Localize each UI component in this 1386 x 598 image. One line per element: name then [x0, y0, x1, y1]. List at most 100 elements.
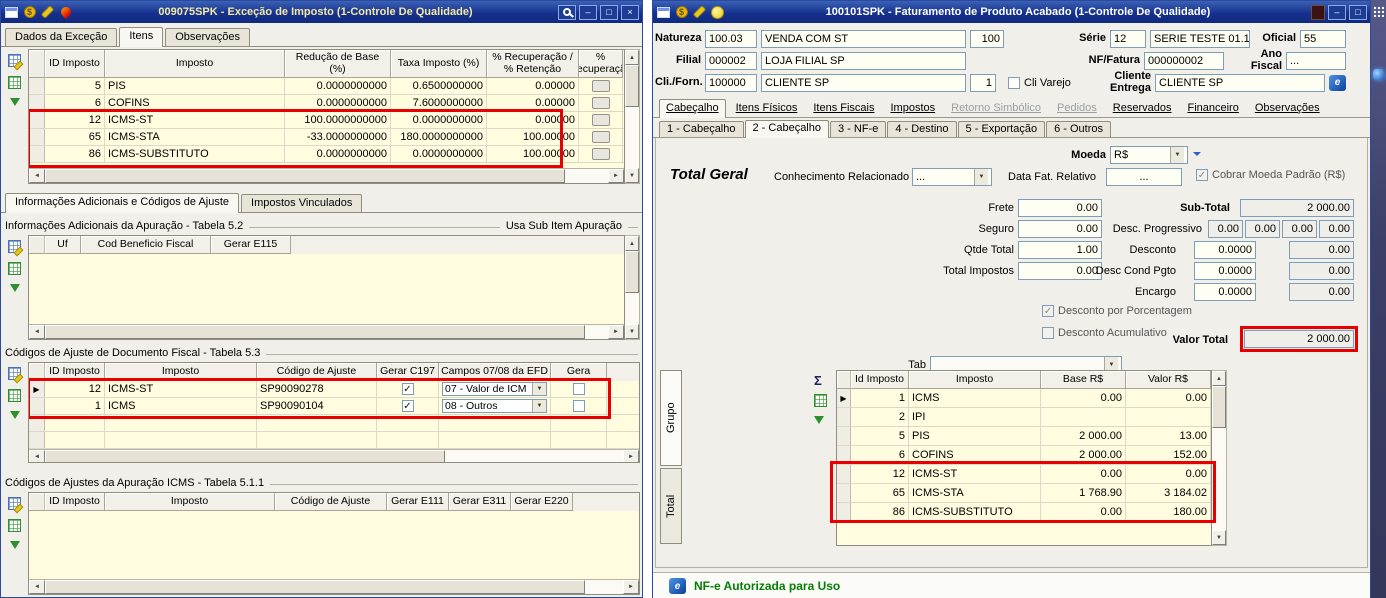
scroll-left-icon[interactable]: [29, 450, 45, 462]
horizontal-scrollbar[interactable]: [29, 449, 639, 462]
col-imposto[interactable]: Imposto: [909, 371, 1041, 389]
ellipsis-button[interactable]: [591, 80, 610, 92]
grid-edit-icon[interactable]: [8, 54, 21, 67]
col-gerar-e311[interactable]: Gerar E311: [449, 493, 511, 511]
tab-observacoes[interactable]: Observações: [165, 28, 251, 46]
col-imposto[interactable]: Imposto: [105, 493, 275, 511]
tab-cabecalho[interactable]: Cabeçalho: [659, 99, 726, 118]
cobrar-moeda-checkbox[interactable]: [1196, 169, 1208, 181]
tab-itens-fisicos[interactable]: Itens Físicos: [730, 100, 804, 117]
grid-edit-icon[interactable]: [8, 367, 21, 380]
chevron-down-icon[interactable]: [1170, 147, 1184, 163]
scroll-thumb[interactable]: [1212, 386, 1226, 428]
scroll-down-icon[interactable]: [625, 324, 639, 339]
nf-fatura-field[interactable]: 000000002: [1144, 51, 1224, 70]
ellipsis-button[interactable]: [591, 131, 610, 143]
table-row[interactable]: 2 IPI: [837, 408, 1211, 427]
col-gerar-c197[interactable]: Gerar C197: [377, 363, 439, 381]
oficial-field[interactable]: 55: [1300, 29, 1346, 48]
search-button[interactable]: [558, 4, 576, 20]
grid-append-icon[interactable]: [9, 411, 20, 419]
grid-append-icon[interactable]: [9, 284, 20, 292]
scroll-down-icon[interactable]: [625, 168, 639, 183]
subtab-4-destino[interactable]: 4 - Destino: [887, 121, 957, 137]
desc-porcentagem-checkbox[interactable]: [1042, 305, 1054, 317]
data-fat-field[interactable]: ...: [1106, 168, 1182, 186]
close-button[interactable]: ×: [621, 4, 639, 20]
grid-export-icon[interactable]: [8, 519, 21, 532]
table-row[interactable]: 6 COFINS 2 000.00 152.00: [837, 446, 1211, 465]
gerar-c197-checkbox[interactable]: [401, 400, 414, 412]
scroll-down-icon[interactable]: [1212, 530, 1226, 545]
desc-cond-pct-field[interactable]: 0.0000: [1194, 262, 1256, 280]
grid-append-icon[interactable]: [9, 541, 20, 549]
subtab-3-nfe[interactable]: 3 - NF-e: [830, 121, 887, 137]
tab-itens-fiscais[interactable]: Itens Fiscais: [807, 100, 880, 117]
scroll-thumb[interactable]: [45, 325, 585, 339]
maximize-button[interactable]: □: [1349, 4, 1367, 20]
col-id-imposto[interactable]: ID Imposto: [45, 493, 105, 511]
minimize-button[interactable]: –: [579, 4, 597, 20]
subtab-1-cabecalho[interactable]: 1 - Cabeçalho: [659, 121, 744, 137]
side-tab-grupo[interactable]: Grupo: [660, 370, 682, 466]
scroll-left-icon[interactable]: [29, 325, 45, 339]
grid-export-icon[interactable]: [8, 76, 21, 89]
col-recuperacao-retencao[interactable]: % Recuperação / % Retenção: [487, 50, 579, 78]
left-titlebar[interactable]: $ 009075SPK - Exceção de Imposto (1-Cont…: [1, 1, 642, 23]
vertical-scrollbar[interactable]: [625, 49, 640, 184]
subtab-5-exportacao[interactable]: 5 - Exportação: [957, 121, 1046, 137]
gera-checkbox[interactable]: [572, 400, 585, 412]
col-id-imposto[interactable]: ID Imposto: [45, 50, 105, 78]
scroll-right-icon[interactable]: [608, 325, 624, 339]
filial-code-field[interactable]: 000002: [705, 51, 757, 70]
col-valor[interactable]: Valor R$: [1126, 371, 1211, 389]
minimize-button[interactable]: –: [1328, 4, 1346, 20]
col-imposto[interactable]: Imposto: [105, 363, 257, 381]
table-row[interactable]: ▶ 1 ICMS 0.00 0.00: [837, 389, 1211, 408]
col-reducao-base[interactable]: Redução de Base (%): [285, 50, 391, 78]
scroll-up-icon[interactable]: [625, 50, 639, 65]
table-row[interactable]: 5 PIS 0.0000000000 0.6500000000 0.00000: [29, 78, 624, 95]
conhecimento-field[interactable]: ...: [912, 168, 992, 186]
ellipsis-button[interactable]: [591, 97, 610, 109]
tab-impostos[interactable]: Impostos: [884, 100, 941, 117]
sum-icon[interactable]: Σ: [814, 374, 822, 387]
cliente-entrega-field[interactable]: CLIENTE SP: [1155, 73, 1325, 92]
grid-append-icon[interactable]: [814, 416, 824, 424]
grid-export-icon[interactable]: [8, 262, 21, 275]
table-row[interactable]: 6 COFINS 0.0000000000 7.6000000000 0.000…: [29, 95, 624, 112]
scroll-left-icon[interactable]: [29, 169, 45, 183]
col-gerar-e115[interactable]: Gerar E115: [211, 236, 291, 254]
natureza-extra-field[interactable]: 100: [970, 29, 1004, 48]
grid-edit-icon[interactable]: [8, 497, 21, 510]
campos-efd-dropdown[interactable]: 07 - Valor de ICM: [442, 382, 547, 396]
scroll-right-icon[interactable]: [623, 450, 639, 462]
grid-append-icon[interactable]: [9, 98, 20, 106]
col-recuperacao[interactable]: % Recuperação: [579, 50, 623, 78]
chevron-down-icon[interactable]: [974, 169, 988, 185]
col-cod-beneficio[interactable]: Cod Beneficio Fiscal: [81, 236, 211, 254]
horizontal-scrollbar[interactable]: [29, 324, 624, 339]
scroll-right-icon[interactable]: [623, 580, 639, 594]
table-row[interactable]: 5 PIS 2 000.00 13.00: [837, 427, 1211, 446]
side-tab-total[interactable]: Total: [660, 468, 682, 544]
dock-app-icon[interactable]: [1373, 69, 1384, 80]
side-dock[interactable]: [1371, 0, 1386, 598]
tab-reservados[interactable]: Reservados: [1107, 100, 1178, 117]
table-row[interactable]: 65 ICMS-STA 1 768.90 3 184.02: [837, 484, 1211, 503]
scroll-up-icon[interactable]: [625, 236, 639, 251]
scroll-right-icon[interactable]: [608, 169, 624, 183]
scroll-thumb[interactable]: [625, 251, 639, 293]
tab-itens[interactable]: Itens: [119, 27, 164, 47]
chevron-down-icon[interactable]: [532, 400, 546, 412]
col-campos-efd[interactable]: Campos 07/08 da EFD: [439, 363, 551, 381]
scroll-thumb[interactable]: [45, 169, 565, 183]
col-gerar-e220[interactable]: Gerar E220: [511, 493, 573, 511]
table-row[interactable]: 12 ICMS-ST 100.0000000000 0.0000000000 0…: [29, 112, 624, 129]
qtde-total-field[interactable]: 1.00: [1018, 241, 1102, 259]
grid-export-icon[interactable]: [814, 394, 827, 407]
col-imposto[interactable]: Imposto: [105, 50, 285, 78]
ellipsis-button[interactable]: [591, 148, 610, 160]
natureza-code-field[interactable]: 100.03: [705, 29, 757, 48]
cli-forn-extra-field[interactable]: 1: [970, 73, 996, 92]
